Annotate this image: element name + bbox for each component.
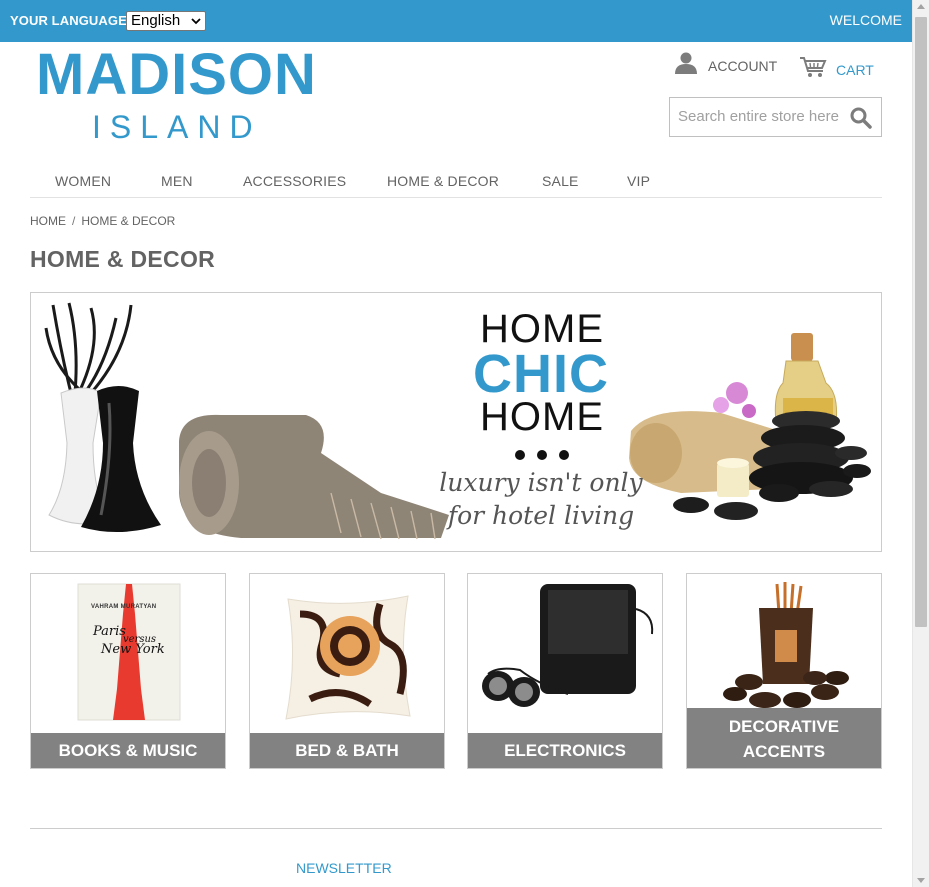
language-label: YOUR LANGUAGE: (10, 13, 132, 28)
book-title-line-1: Paris (93, 624, 126, 639)
logo-line-2: ISLAND (92, 109, 262, 145)
page-scrollbar[interactable] (912, 0, 929, 887)
logo-line-1: MADISON (36, 42, 317, 107)
language-select[interactable]: English (126, 11, 206, 31)
banner-tagline-line-1: luxury isn't only (439, 468, 643, 497)
category-label: DECORATIVE ACCENTS (687, 708, 881, 768)
book-title-line-3: New York (101, 642, 165, 657)
nav-item-women[interactable]: WOMEN (55, 173, 111, 189)
main-navigation: WOMEN MEN ACCESSORIES HOME & DECOR SALE … (30, 168, 882, 198)
cart-label: CART (836, 61, 874, 78)
footer-divider (30, 828, 882, 829)
nav-item-men[interactable]: MEN (161, 173, 193, 189)
category-label-line-2: ACCENTS (742, 742, 826, 761)
search-box[interactable]: Search entire store here... (669, 97, 882, 137)
scroll-down-arrow-icon[interactable] (917, 878, 925, 883)
nav-item-home-decor[interactable]: HOME & DECOR (387, 173, 499, 189)
cart-link[interactable]: CART (799, 55, 874, 84)
search-icon[interactable] (850, 107, 872, 134)
welcome-message: WELCOME (829, 12, 902, 28)
category-tile-bed-bath[interactable]: BED & BATH (249, 573, 445, 769)
book-author: VAHRAM MURATYAN (91, 604, 157, 610)
store-logo[interactable]: MADISON ISLAND (36, 46, 326, 146)
category-label-line-1: DECORATIVE (728, 717, 840, 736)
breadcrumb-home[interactable]: HOME (30, 214, 66, 228)
account-link[interactable]: ACCOUNT (674, 52, 777, 79)
breadcrumb-separator: / (72, 214, 76, 228)
nav-item-vip[interactable]: VIP (627, 173, 650, 189)
pillow-image (285, 595, 411, 720)
nav-item-accessories[interactable]: ACCESSORIES (243, 173, 346, 189)
scroll-up-arrow-icon[interactable] (917, 4, 925, 9)
newsletter-heading: NEWSLETTER (296, 860, 392, 876)
category-tile-electronics[interactable]: ELECTRONICS (467, 573, 663, 769)
scrollbar-thumb[interactable] (915, 17, 927, 627)
electronics-image (482, 584, 654, 707)
breadcrumb: HOME / HOME & DECOR (30, 214, 175, 228)
banner-heading-line-3: HOME (480, 395, 604, 439)
category-label: BED & BATH (250, 733, 444, 768)
search-input[interactable]: Search entire store here... (678, 108, 840, 125)
top-bar: YOUR LANGUAGE: English WELCOME (0, 0, 912, 42)
category-tile-books-music[interactable]: VAHRAM MURATYAN Paris versus New York BO… (30, 573, 226, 769)
chevron-down-icon (191, 14, 201, 34)
cart-icon (799, 55, 827, 84)
account-label: ACCOUNT (708, 57, 778, 74)
banner-dots (515, 450, 569, 460)
language-selected-value: English (131, 12, 181, 29)
category-banner[interactable]: HOME CHIC HOME luxury isn't only for hot… (30, 292, 882, 552)
category-label: ELECTRONICS (468, 733, 662, 768)
category-label: BOOKS & MUSIC (31, 733, 225, 768)
breadcrumb-current: HOME & DECOR (81, 214, 176, 228)
nav-item-sale[interactable]: SALE (542, 173, 579, 189)
page-title: HOME & DECOR (30, 246, 216, 272)
user-icon (674, 52, 698, 79)
banner-tagline-line-2: for hotel living (447, 501, 635, 530)
category-tile-decorative-accents[interactable]: DECORATIVE ACCENTS (686, 573, 882, 769)
